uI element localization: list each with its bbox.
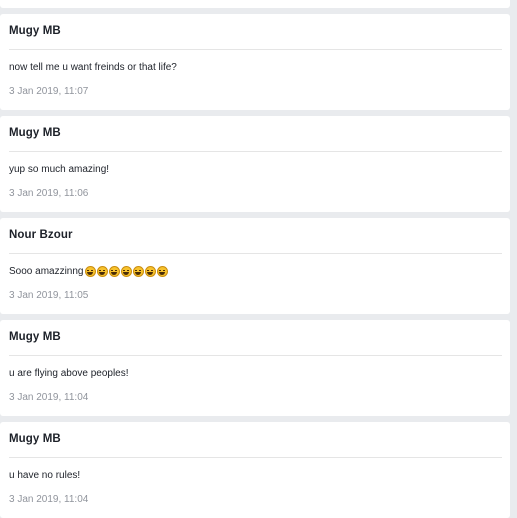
laughing-face-icon bbox=[144, 266, 156, 277]
comment-card: Nour Bzour Sooo amazzinng 3 Jan 2019, 11… bbox=[0, 218, 510, 314]
comment-divider bbox=[9, 49, 502, 50]
comment-card: Mugy MB yup so much amazing! 3 Jan 2019,… bbox=[0, 116, 510, 212]
laughing-face-icon bbox=[132, 266, 144, 277]
comment-text: yup so much amazing! bbox=[9, 164, 110, 175]
comment-text-with-emoji: Sooo amazzinng bbox=[9, 266, 169, 280]
comment-author[interactable]: Mugy MB bbox=[9, 331, 61, 343]
comment-author[interactable]: Mugy MB bbox=[9, 127, 61, 139]
comment-timestamp: 3 Jan 2019, 11:04 bbox=[9, 392, 89, 403]
comment-card: Mugy MB now tell me u want freinds or th… bbox=[0, 14, 510, 110]
emoji-row bbox=[84, 266, 169, 280]
comment-timestamp: 3 Jan 2019, 11:07 bbox=[9, 86, 89, 97]
laughing-face-icon bbox=[120, 266, 132, 277]
comment-divider bbox=[9, 355, 502, 356]
comment-author[interactable]: Mugy MB bbox=[9, 25, 61, 37]
comment-timestamp: 3 Jan 2019, 11:05 bbox=[9, 290, 89, 301]
comment-author[interactable]: Nour Bzour bbox=[9, 229, 73, 241]
scroll-gutter bbox=[510, 0, 517, 518]
comment-card: Mugy MB u are flying above peoples! 3 Ja… bbox=[0, 320, 510, 416]
comment-text: u have no rules! bbox=[9, 470, 81, 481]
comment-author[interactable]: Mugy MB bbox=[9, 433, 61, 445]
comment-card: Mugy MB u have no rules! 3 Jan 2019, 11:… bbox=[0, 422, 510, 518]
laughing-face-icon bbox=[84, 266, 96, 277]
laughing-face-icon bbox=[108, 266, 120, 277]
laughing-face-icon bbox=[156, 266, 168, 277]
comment-text-body: Sooo amazzinng bbox=[9, 266, 84, 277]
comment-text: now tell me u want freinds or that life? bbox=[9, 62, 177, 73]
laughing-face-icon bbox=[96, 266, 108, 277]
comment-timestamp: 3 Jan 2019, 11:04 bbox=[9, 494, 89, 505]
comment-timestamp: 3 Jan 2019, 11:06 bbox=[9, 188, 89, 199]
comment-text: u are flying above peoples! bbox=[9, 368, 129, 379]
previous-comment-card-edge bbox=[0, 0, 510, 8]
comment-divider bbox=[9, 151, 502, 152]
comment-divider bbox=[9, 253, 502, 254]
comment-divider bbox=[9, 457, 502, 458]
